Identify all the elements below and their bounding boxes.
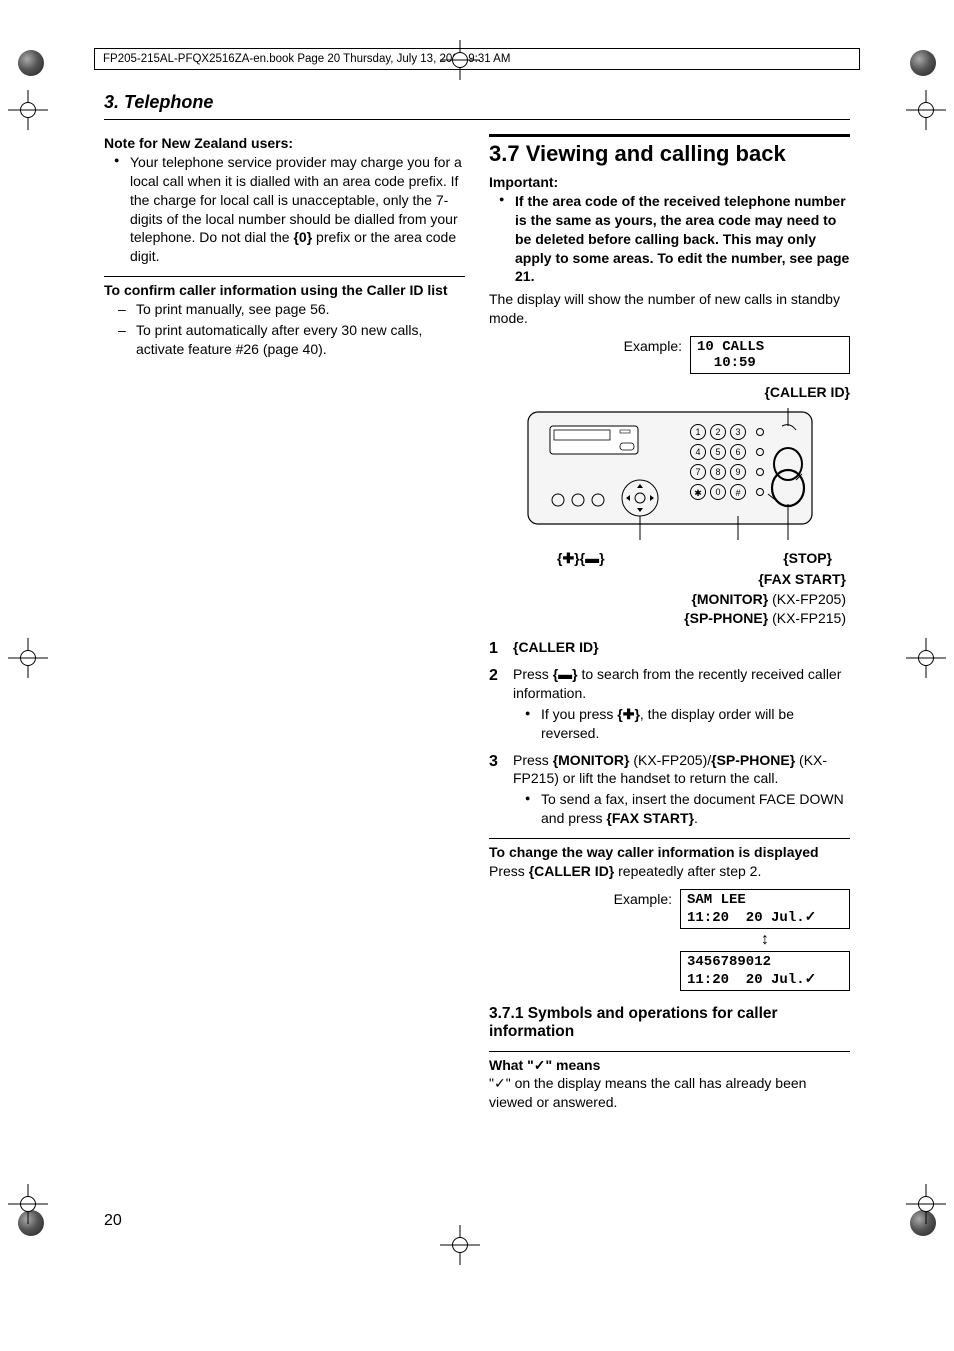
divider	[104, 276, 465, 277]
dash-item: To print automatically after every 30 ne…	[118, 321, 465, 359]
svg-text:3: 3	[735, 427, 740, 437]
right-column: 3.7 Viewing and calling back Important: …	[489, 134, 850, 1112]
crop-mark-icon	[906, 90, 946, 130]
display-line: 11:20 20 Jul.✓	[687, 910, 816, 926]
monitor-label-row: {MONITOR} (KX-FP205)	[489, 591, 850, 607]
svg-text:4: 4	[695, 447, 700, 457]
display-line: 3456789012	[687, 954, 771, 970]
step-1: {CALLER ID}	[489, 638, 850, 657]
important-bullets: If the area code of the received telepho…	[489, 192, 850, 286]
step2-sub-text: If you press {✚}, the display order will…	[541, 706, 794, 741]
monitor-line: {MONITOR} (KX-FP205)	[691, 591, 846, 607]
crop-mark-icon	[906, 638, 946, 678]
subsection-heading: 3.7.1 Symbols and operations for caller …	[489, 1005, 850, 1041]
spphone-line: {SP-PHONE} (KX-FP215)	[684, 610, 846, 626]
example-row-2: Example: SAM LEE 11:20 20 Jul.✓ ↕ 345678…	[489, 889, 850, 991]
crop-mark-icon	[8, 90, 48, 130]
crop-mark-icon	[906, 1184, 946, 1224]
svg-text:2: 2	[715, 427, 720, 437]
stop-button-label: {STOP}	[783, 550, 832, 567]
example-row-1: Example: 10 CALLS 10:59	[489, 336, 850, 374]
example-label: Example:	[624, 336, 682, 354]
what-means-heading: What "✓" means	[489, 1056, 850, 1075]
faxstart-button-label: {FAX START}	[758, 571, 846, 587]
display-line: SAM LEE	[687, 892, 746, 908]
example-label: Example:	[614, 889, 672, 907]
step2-text: Press {▬} to search from the recently re…	[513, 666, 841, 701]
lcd-display-box: 3456789012 11:20 20 Jul.✓	[680, 951, 850, 991]
step3-sub-item: To send a fax, insert the document FACE …	[529, 790, 850, 828]
change-heading: To change the way caller information is …	[489, 843, 850, 862]
svg-text:#: #	[735, 488, 740, 498]
lcd-display-box: SAM LEE 11:20 20 Jul.✓	[680, 889, 850, 929]
nz-bullet: Your telephone service provider may char…	[118, 153, 465, 266]
two-column-layout: Note for New Zealand users: Your telepho…	[104, 134, 850, 1112]
divider	[489, 1051, 850, 1052]
svg-text:9: 9	[735, 467, 740, 477]
display-line: 11:20 20 Jul.✓	[687, 972, 816, 988]
chapter-title: 3. Telephone	[104, 92, 850, 120]
confirm-dashes: To print manually, see page 56. To print…	[104, 300, 465, 359]
important-bullet: If the area code of the received telepho…	[503, 192, 850, 286]
svg-text:0: 0	[715, 487, 720, 497]
page-content: 3. Telephone Note for New Zealand users:…	[104, 92, 850, 1112]
nz-bullets: Your telephone service provider may char…	[104, 153, 465, 266]
svg-text:✱: ✱	[694, 488, 702, 498]
callerid-top-label: {CALLER ID}	[489, 384, 850, 400]
divider	[489, 838, 850, 839]
svg-text:7: 7	[695, 467, 700, 477]
page-number: 20	[104, 1212, 122, 1230]
intro-text: The display will show the number of new …	[489, 290, 850, 328]
nz-bullet-text: Your telephone service provider may char…	[130, 154, 462, 264]
step3-text: Press {MONITOR} (KX-FP205)/{SP-PHONE} (K…	[513, 752, 827, 787]
step2-sub-item: If you press {✚}, the display order will…	[529, 705, 850, 743]
what-means-text: What "✓" means	[489, 1057, 600, 1073]
lcd-display-box: 10 CALLS 10:59	[690, 336, 850, 374]
dash-item: To print manually, see page 56.	[118, 300, 465, 319]
nz-heading: Note for New Zealand users:	[104, 134, 465, 153]
step3-sub: To send a fax, insert the document FACE …	[513, 790, 850, 828]
confirm-heading: To confirm caller information using the …	[104, 281, 465, 300]
steps-list: {CALLER ID} Press {▬} to search from the…	[489, 638, 850, 828]
section-title: 3.7 Viewing and calling back	[489, 141, 850, 167]
callerid-button-label: {CALLER ID}	[764, 384, 850, 400]
faxstart-label-row: {FAX START}	[489, 571, 850, 587]
change-text: Press {CALLER ID} repeatedly after step …	[489, 863, 761, 879]
device-diagram: 1 2 3 4 5 6 7 8 9 ✱ 0 #	[520, 404, 820, 544]
change-body: Press {CALLER ID} repeatedly after step …	[489, 862, 850, 881]
crop-mark-icon	[8, 638, 48, 678]
crop-mark-icon	[8, 1184, 48, 1224]
step-3: Press {MONITOR} (KX-FP205)/{SP-PHONE} (K…	[489, 751, 850, 829]
step1-label: {CALLER ID}	[513, 639, 599, 655]
what-body-text: "✓" on the display means the call has al…	[489, 1075, 806, 1110]
spphone-label-row: {SP-PHONE} (KX-FP215)	[489, 610, 850, 626]
display-line: 10 CALLS	[697, 339, 764, 355]
svg-text:1: 1	[695, 427, 700, 437]
crop-mark-icon	[440, 1225, 480, 1265]
svg-text:8: 8	[715, 467, 720, 477]
display-stack: SAM LEE 11:20 20 Jul.✓ ↕ 3456789012 11:2…	[680, 889, 850, 991]
device-labels-row: {✚}{▬} {STOP}	[489, 550, 850, 567]
crop-mark-icon	[440, 40, 480, 80]
registration-ball-icon	[18, 50, 44, 76]
section-rule	[489, 134, 850, 137]
what-means-body: "✓" on the display means the call has al…	[489, 1074, 850, 1112]
step3-sub-text: To send a fax, insert the document FACE …	[541, 791, 844, 826]
display-line: 10:59	[697, 355, 756, 371]
svg-text:6: 6	[735, 447, 740, 457]
step2-sub: If you press {✚}, the display order will…	[513, 705, 850, 743]
left-column: Note for New Zealand users: Your telepho…	[104, 134, 465, 1112]
svg-text:5: 5	[715, 447, 720, 457]
updown-arrow-icon: ↕	[680, 929, 850, 951]
important-label: Important:	[489, 173, 850, 192]
registration-ball-icon	[910, 50, 936, 76]
step-2: Press {▬} to search from the recently re…	[489, 665, 850, 743]
plusminus-button-label: {✚}{▬}	[557, 550, 605, 567]
